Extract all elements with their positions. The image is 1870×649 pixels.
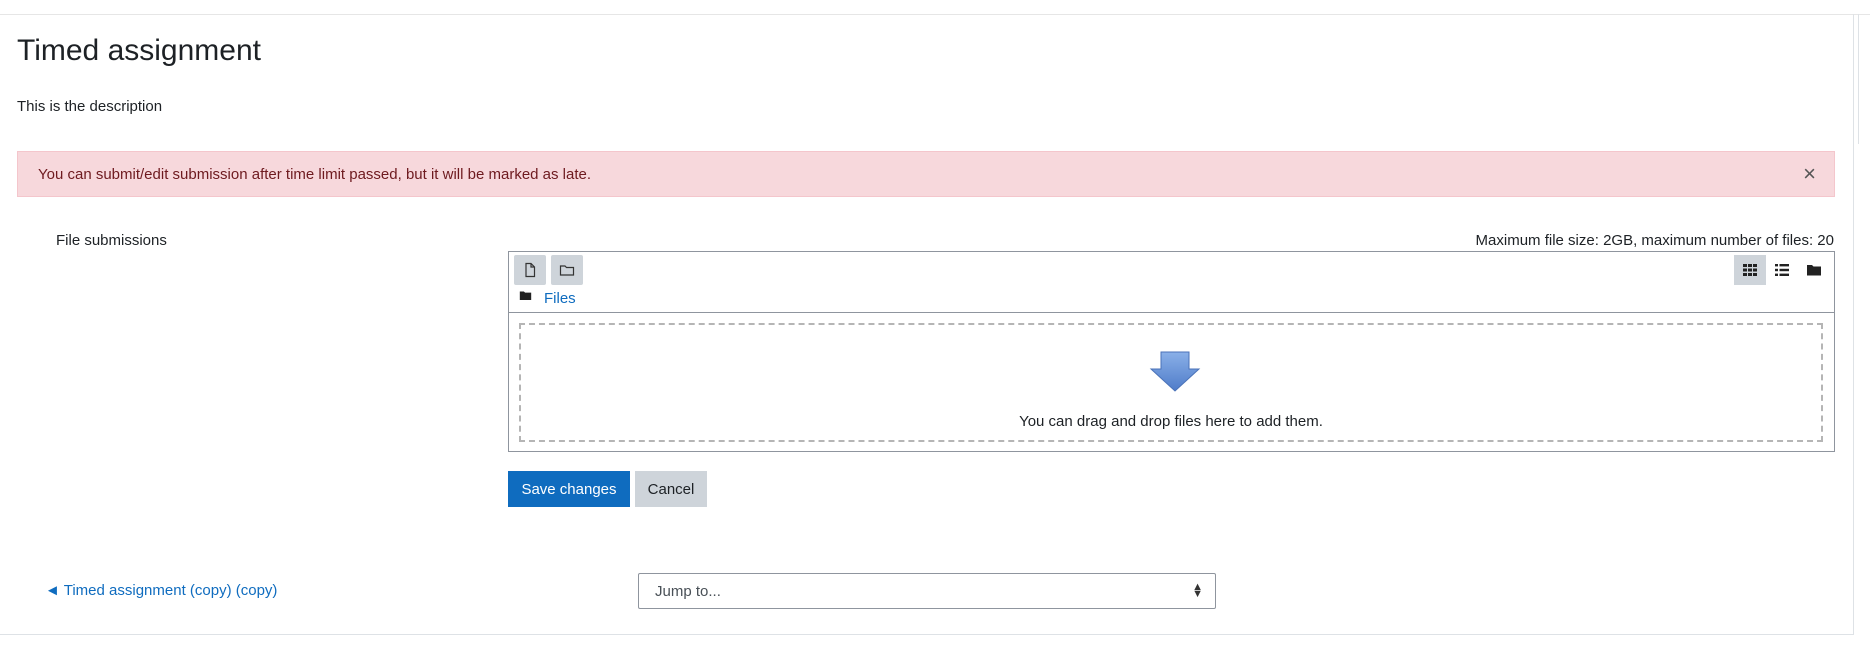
file-limits-text: Maximum file size: 2GB, maximum number o… [1475,232,1834,249]
alert-message: You can submit/edit submission after tim… [38,165,592,183]
tree-view-icon[interactable] [1798,255,1830,285]
jump-to-value: Jump to... [655,582,721,600]
drop-zone[interactable]: You can drag and drop files here to add … [519,323,1823,442]
cancel-button[interactable]: Cancel [635,471,707,507]
page-title: Timed assignment [17,34,261,67]
previous-activity-link[interactable]: ◄ Timed assignment (copy) (copy) [45,582,277,599]
folder-icon [519,289,532,307]
file-picker-toolbar: Files [509,252,1834,313]
breadcrumb: Files [519,289,576,307]
close-icon[interactable]: × [1803,163,1816,185]
files-path-link[interactable]: Files [544,290,576,307]
late-submission-alert: You can submit/edit submission after tim… [17,151,1835,197]
drop-zone-text: You can drag and drop files here to add … [1019,413,1323,430]
grid-view-icon[interactable] [1734,255,1766,285]
right-edge-strip [1858,14,1870,144]
select-caret-icon: ▲ ▼ [1192,581,1203,600]
create-folder-icon[interactable] [551,255,583,285]
file-submissions-label: File submissions [56,232,167,249]
view-mode-group [1734,255,1830,285]
list-view-icon[interactable] [1766,255,1798,285]
file-picker: Files You can drag and drop files here t… [508,251,1835,452]
assignment-description: This is the description [17,98,163,115]
jump-to-select[interactable]: Jump to... ▲ ▼ [638,573,1216,609]
download-arrow-icon [1149,351,1201,398]
add-file-icon[interactable] [514,255,546,285]
save-changes-button[interactable]: Save changes [508,471,630,507]
